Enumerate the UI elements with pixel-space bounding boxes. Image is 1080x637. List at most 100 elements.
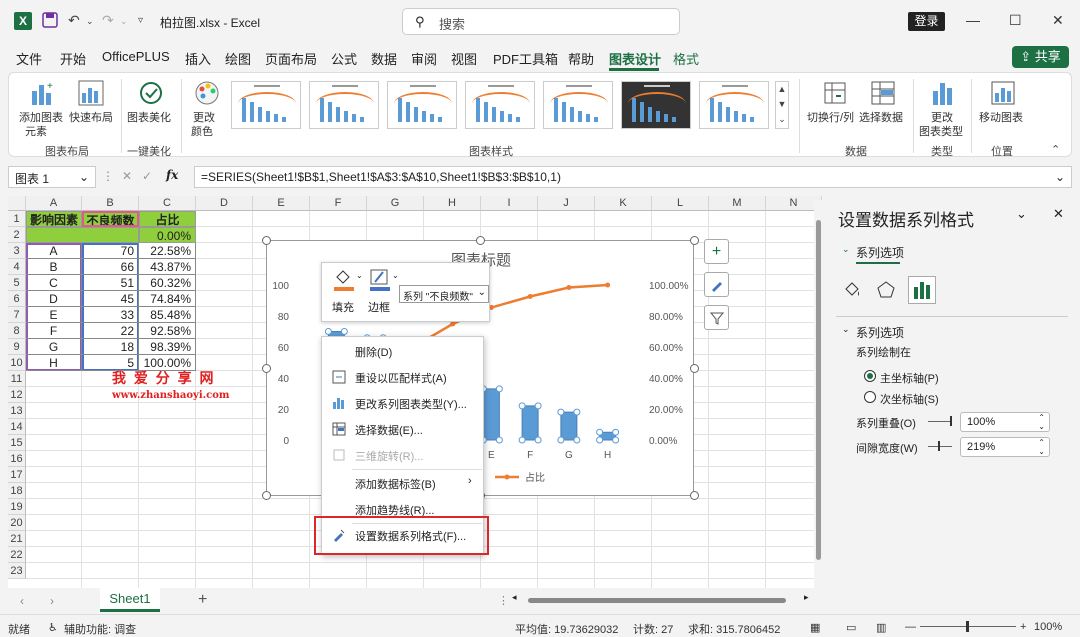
tab-draw[interactable]: 绘图 [225,49,251,68]
zoom-slider[interactable] [920,621,1016,632]
sheet-tab-sheet1[interactable]: Sheet1 [100,588,160,612]
login-button[interactable]: 登录 [908,12,945,31]
column-header[interactable]: C [139,196,196,211]
gap-width-spinner[interactable]: 219% ⌃ ⌄ [960,437,1050,457]
menu-item-select-data[interactable]: 选择数据(E)... [322,417,485,441]
frequency-cell[interactable]: 22 [82,323,139,339]
status-accessibility[interactable]: 辅助功能: 调查 [64,621,136,637]
expand-formula-icon[interactable]: ⌄ [1055,170,1065,184]
menu-item-3d-rotation[interactable]: 三维旋转(R)... [322,443,485,467]
column-header[interactable]: M [709,196,766,211]
column-header[interactable]: D [196,196,253,211]
overlap-slider[interactable] [928,416,952,426]
fill-dropdown-icon[interactable]: ⌄ [356,271,363,280]
resize-handle[interactable] [262,364,271,373]
border-dropdown-icon[interactable]: ⌄ [392,271,399,280]
share-button[interactable]: ⇪ 共享 [1012,46,1069,68]
tab-formulas[interactable]: 公式 [331,49,357,68]
chart-style-thumb-5[interactable] [543,81,613,129]
add-sheet-icon[interactable]: + [198,591,207,609]
row-header[interactable]: 19 [8,499,26,515]
chart-beautify-icon[interactable] [137,79,165,107]
tab-help[interactable]: 帮助 [568,49,594,68]
frequency-cell[interactable]: 66 [82,259,139,275]
tab-pdf-tools[interactable]: PDF工具箱 [493,49,558,68]
sheet-options-icon[interactable]: ⋮ [498,594,509,607]
frequency-cell[interactable]: 70 [82,243,139,259]
resize-handle[interactable] [262,491,271,500]
resize-handle[interactable] [476,236,485,245]
primary-axis-radio[interactable] [864,370,876,382]
chevron-down-icon[interactable]: ⌄ [842,324,850,335]
row-header[interactable]: 6 [8,291,26,307]
category-cell[interactable]: G [26,339,82,355]
row-header[interactable]: 18 [8,483,26,499]
tab-view[interactable]: 视图 [451,49,477,68]
normal-view-icon[interactable]: ▦ [810,621,820,634]
zoom-in-icon[interactable]: + [1020,621,1026,633]
tab-data[interactable]: 数据 [371,49,397,68]
chart-style-thumb-1[interactable] [231,81,301,129]
row-header[interactable]: 7 [8,307,26,323]
spinner-arrows-icon[interactable]: ⌃ ⌄ [1038,413,1045,431]
pane-options-chevron-icon[interactable]: ⌄ [1016,206,1027,222]
row-header[interactable]: 14 [8,419,26,435]
scroll-left-icon[interactable]: ◂ [512,592,517,603]
row2-pct-cell[interactable]: 0.00% [139,227,196,243]
resize-handle[interactable] [690,236,699,245]
zoom-level[interactable]: 100% [1034,621,1062,633]
header-cell-factor[interactable]: 影响因素 [26,211,82,227]
category-cell[interactable]: C [26,275,82,291]
row-header[interactable]: 23 [8,563,26,579]
tab-page-layout[interactable]: 页面布局 [265,49,317,68]
category-cell[interactable]: A [26,243,82,259]
ratio-cell[interactable]: 92.58% [139,323,196,339]
chart-style-thumb-6[interactable] [621,81,691,129]
redo-dropdown-icon[interactable]: ⌄ [120,16,128,27]
prev-sheet-icon[interactable]: ‹ [20,594,24,608]
move-chart-icon[interactable] [989,79,1017,107]
row-header[interactable]: 5 [8,275,26,291]
row-header[interactable]: 11 [8,371,26,387]
save-icon[interactable] [42,12,58,31]
zoom-out-icon[interactable]: — [905,621,916,633]
chart-styles-brush-icon[interactable] [704,272,729,297]
header-cell-ratio[interactable]: 占比 [139,211,196,227]
category-cell[interactable]: H [26,355,82,371]
series-select[interactable]: 系列 "不良频数" ⌄ [399,285,489,303]
ratio-cell[interactable]: 98.39% [139,339,196,355]
row-header[interactable]: 22 [8,547,26,563]
tab-review[interactable]: 审阅 [411,49,437,68]
page-break-view-icon[interactable]: ▥ [876,621,886,634]
undo-dropdown-icon[interactable]: ⌄ [86,16,94,27]
fill-bucket-icon[interactable] [332,267,356,291]
category-cell[interactable]: E [26,307,82,323]
add-chart-element-icon[interactable]: + [29,79,57,107]
row-header[interactable]: 20 [8,515,26,531]
menu-item-delete[interactable]: 删除(D) [322,339,485,363]
chart-filter-icon[interactable] [704,305,729,330]
column-header[interactable]: H [424,196,481,211]
row2-merged-cell[interactable] [26,227,139,243]
row-header[interactable]: 13 [8,403,26,419]
primary-axis-label[interactable]: 主坐标轴(P) [880,370,939,386]
frequency-cell[interactable]: 33 [82,307,139,323]
category-cell[interactable]: F [26,323,82,339]
select-all-corner[interactable] [8,196,26,211]
column-header[interactable]: L [652,196,709,211]
chart-style-thumb-4[interactable] [465,81,535,129]
frequency-cell[interactable]: 45 [82,291,139,307]
next-sheet-icon[interactable]: › [50,594,54,608]
maximize-icon[interactable]: ☐ [1009,12,1022,29]
tab-insert[interactable]: 插入 [185,49,211,68]
style-gallery-scroll[interactable]: ▲ ▼ ⌄ [775,81,789,129]
row-header[interactable]: 12 [8,387,26,403]
row-header[interactable]: 10 [8,355,26,371]
column-header[interactable]: G [367,196,424,211]
ratio-cell[interactable]: 43.87% [139,259,196,275]
ratio-cell[interactable]: 60.32% [139,275,196,291]
cancel-icon[interactable]: ✕ [122,169,132,183]
menu-item-add-data-labels[interactable]: 添加数据标签(B) › [322,471,485,495]
row-header[interactable]: 15 [8,435,26,451]
row-header[interactable]: 2 [8,227,26,243]
